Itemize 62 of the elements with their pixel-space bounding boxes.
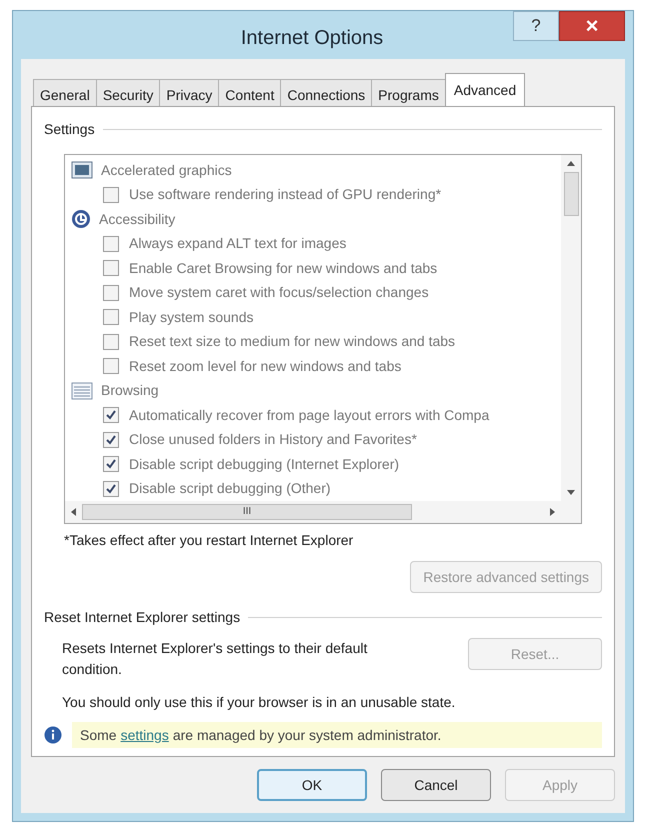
checkbox[interactable]	[103, 236, 119, 252]
option-label: Use software rendering instead of GPU rendering*	[129, 185, 442, 204]
monitor-icon	[71, 161, 93, 180]
tab[interactable]: Programs	[371, 79, 446, 107]
option-label: Reset zoom level for new windows and tabs	[129, 356, 402, 376]
info-text: Some	[80, 726, 117, 744]
tab[interactable]: Content	[218, 79, 282, 107]
checkmark-icon	[105, 458, 117, 470]
close-button[interactable]: ×	[559, 11, 625, 41]
checkbox[interactable]	[103, 456, 119, 472]
checkbox[interactable]	[103, 480, 119, 497]
tab[interactable]: Connections	[280, 79, 372, 107]
group-heading: Settings	[44, 120, 95, 139]
checkbox[interactable]	[103, 432, 119, 448]
checkmark-icon	[105, 482, 117, 495]
vertical-scrollbar[interactable]	[561, 155, 581, 501]
group-heading: Reset Internet Explorer settings	[44, 608, 240, 627]
category-label: Browsing	[101, 381, 159, 400]
scroll-up-icon[interactable]	[567, 161, 575, 166]
reset-warning: You should only use this if your browser is in an unusable state.	[61, 693, 456, 712]
window-icon	[71, 382, 93, 400]
checkmark-icon	[105, 409, 117, 422]
accessibility-icon	[71, 209, 91, 230]
option-label: Reset text size to medium for new windows and tabs	[129, 332, 456, 352]
restart-note: *Takes effect after you restart Internet Explorer	[64, 531, 354, 550]
scroll-thumb[interactable]: III	[82, 504, 412, 520]
option-label: Disable script debugging (Internet Explorer)	[129, 454, 400, 474]
checkbox[interactable]	[103, 334, 119, 350]
scroll-thumb[interactable]	[564, 172, 578, 216]
category-label: Accelerated graphics	[101, 160, 232, 180]
scroll-right-icon[interactable]	[550, 508, 555, 516]
option-label: Close unused folders in History and Favorites*	[129, 430, 417, 450]
checkbox[interactable]	[103, 260, 119, 276]
checkbox[interactable]	[103, 186, 119, 203]
checkbox[interactable]	[103, 309, 119, 326]
dialog-button[interactable]: Cancel	[381, 769, 491, 801]
tab[interactable]: Privacy	[159, 79, 220, 107]
option-label: Automatically recover from page layout errors with Compa	[129, 406, 490, 425]
horizontal-scrollbar[interactable]: III	[65, 501, 581, 523]
info-text: are managed by your system administrator.	[172, 726, 442, 745]
settings-list[interactable]	[64, 154, 582, 524]
option-label: Move system caret with focus/selection changes	[129, 283, 429, 302]
option-label: Enable Caret Browsing for new windows and tabs	[129, 258, 438, 278]
tab[interactable]: General	[33, 79, 97, 107]
info-icon	[44, 726, 62, 744]
checkbox[interactable]	[103, 358, 119, 374]
tab[interactable]: Security	[96, 79, 160, 107]
option-label: Play system sounds	[129, 308, 254, 327]
category-label: Accessibility	[99, 210, 176, 229]
reset-description: Resets Internet Explorer's settings to their default condition.	[62, 639, 368, 679]
checkbox[interactable]	[103, 284, 119, 301]
scroll-left-icon[interactable]	[71, 508, 76, 516]
scroll-down-icon[interactable]	[567, 490, 575, 495]
tab[interactable]: Advanced	[444, 73, 526, 107]
checkbox[interactable]	[103, 407, 119, 424]
help-button[interactable]: ?	[513, 11, 559, 41]
window-title: Internet Options	[240, 26, 384, 51]
checkmark-icon	[105, 434, 117, 446]
dialog-button[interactable]: OK	[257, 769, 367, 801]
settings-link[interactable]: settings	[120, 724, 169, 746]
option-label: Always expand ALT text for images	[129, 234, 346, 254]
option-label: Disable script debugging (Other)	[129, 479, 331, 498]
